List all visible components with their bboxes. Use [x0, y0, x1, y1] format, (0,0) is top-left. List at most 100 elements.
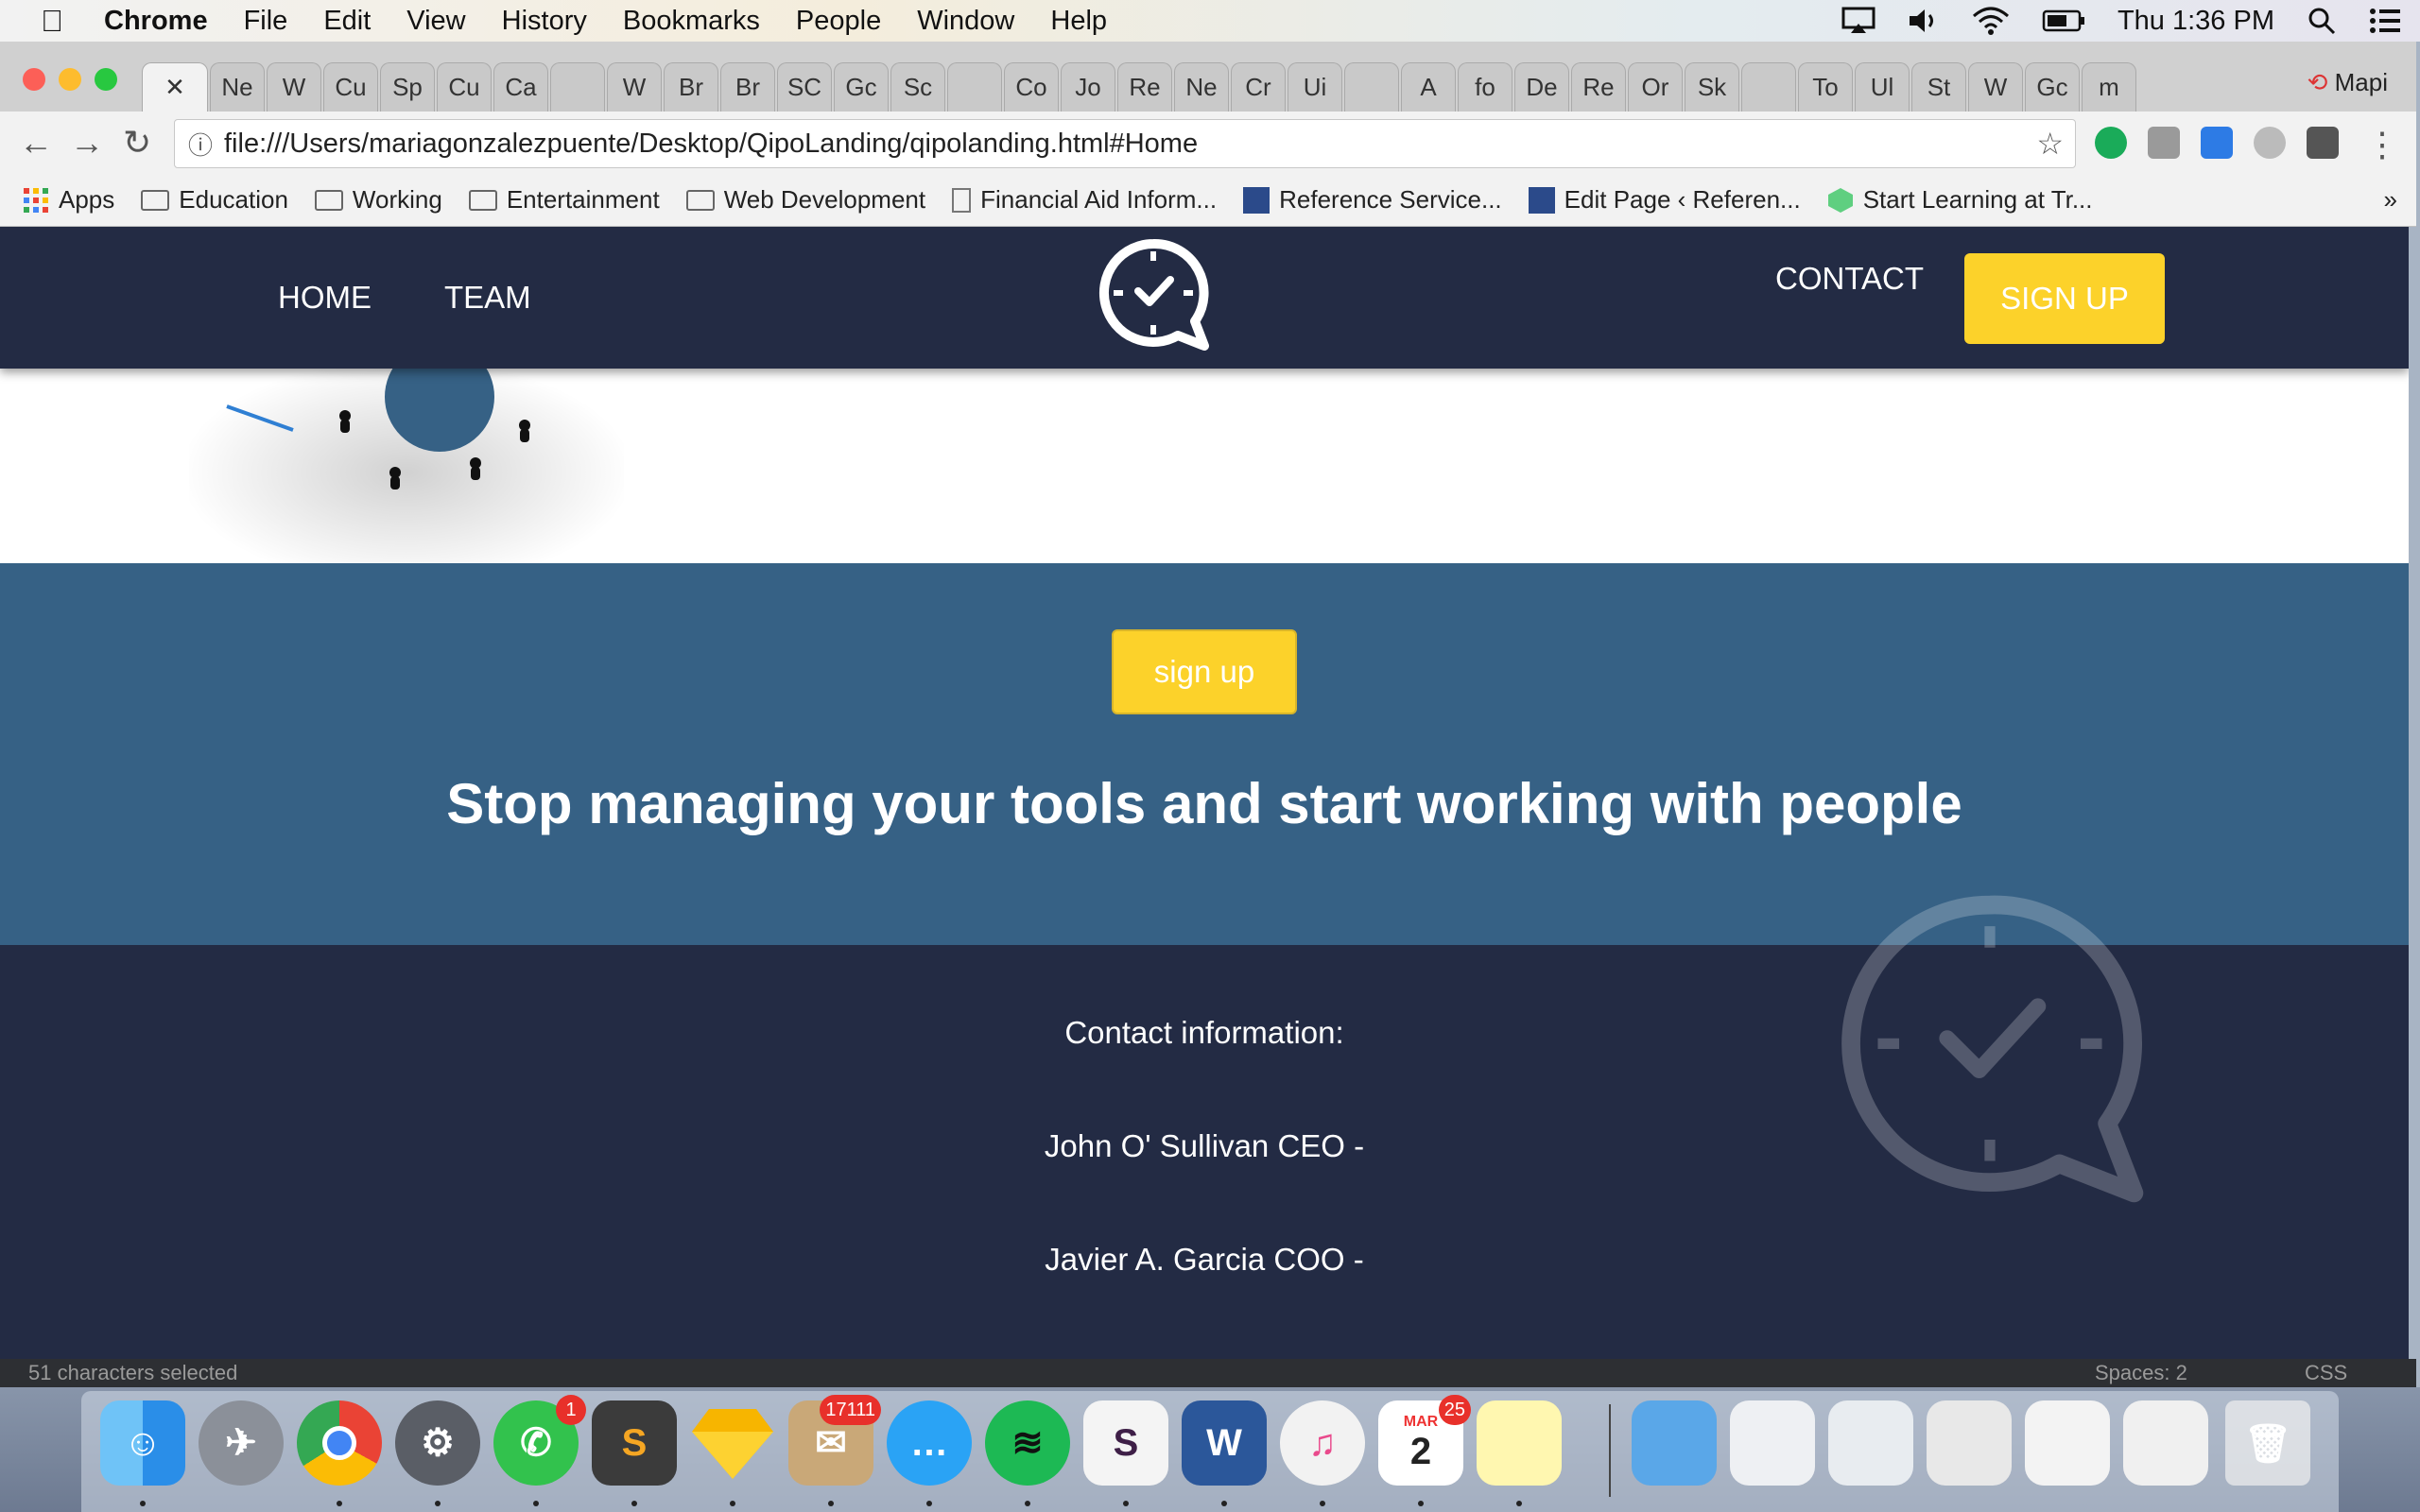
bookmark-reference-service[interactable]: Reference Service...	[1243, 185, 1502, 215]
browser-tab[interactable]: Sp	[380, 62, 435, 112]
active-tab[interactable]: ✕	[142, 62, 208, 112]
site-info-icon[interactable]: ⓘ	[188, 127, 213, 162]
menu-people[interactable]: People	[796, 6, 881, 37]
browser-tab[interactable]: m	[2082, 62, 2136, 112]
browser-tab[interactable]: W	[1968, 62, 2023, 112]
browser-tab[interactable]: W	[267, 62, 321, 112]
chrome-menu-icon[interactable]: ⋮	[2365, 125, 2399, 164]
browser-tab[interactable]: A	[1401, 62, 1456, 112]
menubar-clock[interactable]: Thu 1:36 PM	[2118, 6, 2274, 37]
reload-icon[interactable]: ↻	[123, 123, 151, 163]
browser-tab[interactable]: W	[607, 62, 662, 112]
address-bar[interactable]: ⓘ file:///Users/mariagonzalezpuente/Desk…	[174, 119, 2076, 168]
browser-tab[interactable]	[550, 62, 605, 112]
wifi-icon[interactable]	[1972, 7, 2010, 35]
browser-tab[interactable]: Re	[1571, 62, 1626, 112]
extension-icon-2[interactable]	[2148, 127, 2180, 159]
battery-icon[interactable]	[2042, 9, 2085, 33]
menu-window[interactable]: Window	[917, 6, 1014, 37]
browser-tab[interactable]: Br	[664, 62, 718, 112]
tab-close-icon[interactable]: ✕	[164, 73, 185, 102]
qipo-clock-chat-logo-icon[interactable]	[1097, 236, 1210, 353]
back-icon[interactable]: ←	[19, 123, 53, 163]
menu-view[interactable]: View	[406, 6, 465, 37]
extension-icon-3[interactable]	[2201, 127, 2233, 159]
browser-tab[interactable]: Ne	[210, 62, 265, 112]
bookmarks-overflow-icon[interactable]: »	[2384, 185, 2397, 215]
bookmark-folder-web-development[interactable]: Web Development	[685, 185, 925, 215]
browser-tab[interactable]: Ul	[1855, 62, 1910, 112]
browser-tab[interactable]: Br	[720, 62, 775, 112]
browser-tab[interactable]: Co	[1004, 62, 1059, 112]
browser-tab[interactable]: Cu	[323, 62, 378, 112]
documents-folder-icon[interactable]	[1632, 1400, 1717, 1486]
bookmark-star-icon[interactable]: ☆	[2036, 126, 2064, 162]
browser-tab[interactable]	[1344, 62, 1399, 112]
sublime-text-icon[interactable]: S	[592, 1400, 677, 1486]
notes-icon[interactable]	[1477, 1400, 1562, 1486]
spotlight-search-icon[interactable]	[2307, 6, 2337, 36]
airplay-icon[interactable]	[1841, 7, 1876, 35]
menu-file[interactable]: File	[244, 6, 288, 37]
browser-tab[interactable]: To	[1798, 62, 1853, 112]
minimized-window-thumbnail-2[interactable]	[1828, 1400, 1913, 1486]
minimize-window-button[interactable]	[59, 68, 81, 91]
minimized-window-thumbnail-3[interactable]	[1927, 1400, 2012, 1486]
browser-tab[interactable]: De	[1514, 62, 1569, 112]
volume-icon[interactable]	[1908, 7, 1940, 35]
menu-bookmarks[interactable]: Bookmarks	[623, 6, 760, 37]
bookmark-folder-working[interactable]: Working	[314, 185, 442, 215]
forward-icon[interactable]: →	[70, 123, 104, 163]
zoom-window-button[interactable]	[95, 68, 117, 91]
browser-tab[interactable]: Ne	[1174, 62, 1229, 112]
bookmark-start-learning[interactable]: Start Learning at Tr...	[1827, 185, 2093, 215]
minimized-window-thumbnail-4[interactable]	[2025, 1400, 2110, 1486]
browser-tab[interactable]: St	[1911, 62, 1966, 112]
browser-tab[interactable]: SC	[777, 62, 832, 112]
bookmark-folder-education[interactable]: Education	[141, 185, 288, 215]
sketch-icon[interactable]	[690, 1400, 775, 1486]
calendar-icon[interactable]: MAR 2 25	[1378, 1395, 1471, 1486]
bookmark-apps[interactable]: Apps	[23, 185, 114, 215]
nav-home-link[interactable]: HOME	[278, 280, 372, 316]
nav-team-link[interactable]: TEAM	[444, 280, 531, 316]
launchpad-icon[interactable]: ✈	[199, 1400, 284, 1486]
trash-icon[interactable]: 🗑	[2225, 1400, 2310, 1486]
editor-syntax-setting[interactable]: CSS	[2305, 1361, 2347, 1385]
browser-tab[interactable]: fo	[1458, 62, 1512, 112]
messages-icon[interactable]: …	[887, 1400, 972, 1486]
nav-contact-link[interactable]: CONTACT	[1775, 261, 1924, 297]
browser-tab[interactable]: Ui	[1288, 62, 1342, 112]
minimized-window-thumbnail-5[interactable]	[2123, 1400, 2208, 1486]
slack-icon[interactable]: S	[1083, 1400, 1168, 1486]
browser-tab[interactable]: Cu	[437, 62, 492, 112]
browser-tab[interactable]: Sk	[1685, 62, 1739, 112]
grammarly-extension-icon[interactable]	[2095, 127, 2127, 159]
cta-signup-button[interactable]: sign up	[1112, 629, 1297, 714]
bookmark-edit-page[interactable]: Edit Page ‹ Referen...	[1528, 185, 1801, 215]
mail-icon[interactable]: ✉ 17111	[788, 1395, 881, 1486]
microsoft-word-icon[interactable]: W	[1182, 1400, 1267, 1486]
close-window-button[interactable]	[23, 68, 45, 91]
browser-tab[interactable]	[1741, 62, 1796, 112]
browser-tab[interactable]: Re	[1117, 62, 1172, 112]
menu-help[interactable]: Help	[1050, 6, 1107, 37]
menu-edit[interactable]: Edit	[323, 6, 371, 37]
bookmark-financial-aid[interactable]: Financial Aid Inform...	[952, 185, 1217, 215]
profile-button[interactable]: ⟲ Mapi	[2308, 68, 2388, 97]
extension-icon-4[interactable]	[2254, 127, 2286, 159]
apple-menu-icon[interactable]: 	[0, 4, 104, 39]
itunes-icon[interactable]: ♫	[1280, 1400, 1365, 1486]
menu-chrome[interactable]: Chrome	[104, 6, 208, 37]
browser-tab[interactable]: Gc	[834, 62, 889, 112]
notification-center-icon[interactable]	[2369, 8, 2401, 34]
minimized-window-thumbnail-1[interactable]	[1730, 1400, 1815, 1486]
browser-tab[interactable]: Jo	[1061, 62, 1115, 112]
browser-tab[interactable]: Gc	[2025, 62, 2080, 112]
spotify-icon[interactable]: ≋	[985, 1400, 1070, 1486]
browser-tab[interactable]: Ca	[493, 62, 548, 112]
browser-tab[interactable]: Or	[1628, 62, 1683, 112]
nav-signup-button[interactable]: SIGN UP	[1964, 253, 2165, 344]
bookmark-folder-entertainment[interactable]: Entertainment	[468, 185, 660, 215]
browser-tab[interactable]	[947, 62, 1002, 112]
